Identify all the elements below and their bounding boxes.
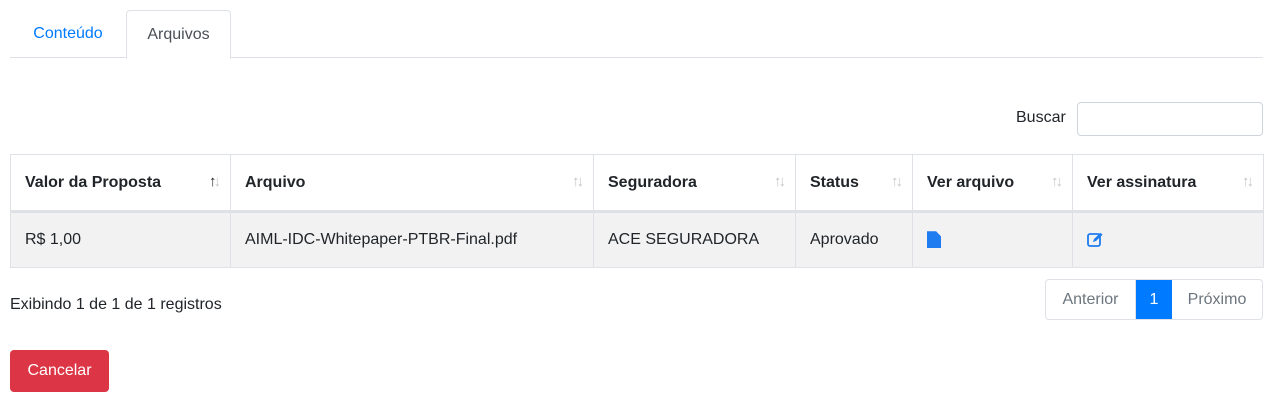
column-header-valor[interactable]: Valor da Proposta ↑↓	[10, 154, 231, 213]
column-header-seguradora[interactable]: Seguradora ↑↓	[593, 154, 796, 213]
edit-icon[interactable]	[1087, 232, 1103, 248]
table-header-row: Valor da Proposta ↑↓ Arquivo ↑↓ Segurado…	[10, 154, 1264, 213]
column-header-label: Arquivo	[245, 173, 306, 191]
sort-asc-icon: ↑↓	[209, 173, 221, 190]
sort-icon: ↑↓	[572, 173, 584, 190]
column-header-status[interactable]: Status ↑↓	[795, 154, 913, 213]
sort-icon: ↑↓	[774, 173, 786, 190]
files-table: Valor da Proposta ↑↓ Arquivo ↑↓ Segurado…	[10, 154, 1264, 268]
cell-arquivo: AIML-IDC-Whitepaper-PTBR-Final.pdf	[230, 211, 594, 268]
cell-seguradora: ACE SEGURADORA	[593, 211, 796, 268]
cell-valor: R$ 1,00	[10, 211, 231, 268]
column-header-label: Valor da Proposta	[25, 173, 162, 191]
table-row: R$ 1,00 AIML-IDC-Whitepaper-PTBR-Final.p…	[10, 211, 1264, 268]
pagination-previous[interactable]: Anterior	[1046, 280, 1136, 319]
sort-icon: ↑↓	[1242, 173, 1254, 190]
column-header-arquivo[interactable]: Arquivo ↑↓	[230, 154, 594, 213]
tab-conteudo[interactable]: Conteúdo	[10, 10, 126, 58]
file-icon[interactable]	[927, 231, 941, 249]
page: Conteúdo Arquivos Buscar Valor da Propos…	[0, 0, 1268, 400]
pagination-page-1[interactable]: 1	[1136, 280, 1172, 319]
sort-icon: ↑↓	[1051, 173, 1063, 190]
column-header-label: Status	[810, 173, 859, 191]
table-info: Exibindo 1 de 1 de 1 registros	[10, 296, 222, 313]
column-header-label: Ver assinatura	[1087, 173, 1197, 191]
cell-status: Aprovado	[795, 211, 913, 268]
column-header-label: Seguradora	[608, 173, 697, 191]
search-label: Buscar	[1016, 109, 1066, 126]
column-header-label: Ver arquivo	[927, 173, 1015, 191]
cancel-button[interactable]: Cancelar	[10, 350, 109, 392]
tab-arquivos[interactable]: Arquivos	[126, 10, 231, 59]
column-header-ver-assinatura[interactable]: Ver assinatura ↑↓	[1072, 154, 1264, 213]
cell-ver-assinatura	[1072, 211, 1264, 268]
pagination: Anterior 1 Próximo	[1045, 279, 1263, 320]
cell-ver-arquivo	[912, 211, 1073, 268]
pagination-next[interactable]: Próximo	[1172, 280, 1262, 319]
tab-bar: Conteúdo Arquivos	[10, 10, 1263, 59]
sort-icon: ↑↓	[891, 173, 903, 190]
column-header-ver-arquivo[interactable]: Ver arquivo ↑↓	[912, 154, 1073, 213]
search-input[interactable]	[1077, 102, 1263, 136]
